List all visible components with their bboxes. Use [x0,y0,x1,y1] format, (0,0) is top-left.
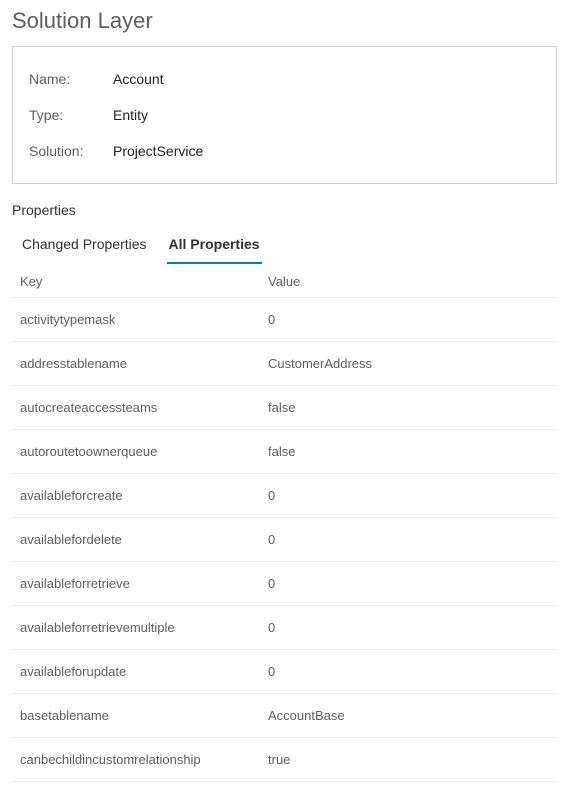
property-key: availableforretrieve [20,576,268,591]
summary-row-type: Type: Entity [29,97,540,133]
table-row[interactable]: availableforretrieve0 [12,561,557,605]
property-value: CustomerAddress [268,356,549,371]
properties-table-header: Key Value [12,272,557,297]
table-row[interactable]: basetablenameAccountBase [12,693,557,737]
summary-value-name: Account [113,71,164,87]
table-row[interactable]: availableforcreate0 [12,473,557,517]
property-key: availablefordelete [20,532,268,547]
properties-table-body: activitytypemask0addresstablenameCustome… [12,297,557,782]
summary-row-solution: Solution: ProjectService [29,133,540,169]
property-key: addresstablename [20,356,268,371]
summary-panel: Name: Account Type: Entity Solution: Pro… [12,46,557,184]
property-value: 0 [268,620,549,635]
properties-tabs: Changed Properties All Properties [12,228,557,264]
property-value: 0 [268,312,549,327]
summary-value-solution: ProjectService [113,143,203,159]
table-row[interactable]: activitytypemask0 [12,297,557,341]
table-row[interactable]: availableforretrievemultiple0 [12,605,557,649]
summary-label-type: Type: [29,107,113,123]
column-header-key[interactable]: Key [20,274,268,289]
property-value: true [268,752,549,767]
summary-label-solution: Solution: [29,143,113,159]
table-row[interactable]: availablefordelete0 [12,517,557,561]
summary-value-type: Entity [113,107,148,123]
tab-all-properties[interactable]: All Properties [167,228,262,264]
table-row[interactable]: canbechildincustomrelationshiptrue [12,737,557,782]
table-row[interactable]: availableforupdate0 [12,649,557,693]
property-key: availableforretrievemultiple [20,620,268,635]
property-key: availableforupdate [20,664,268,679]
property-key: activitytypemask [20,312,268,327]
properties-section-header: Properties [12,202,557,218]
property-value: false [268,400,549,415]
tab-changed-properties[interactable]: Changed Properties [20,228,149,264]
property-value: 0 [268,576,549,591]
property-value: 0 [268,664,549,679]
property-key: autocreateaccessteams [20,400,268,415]
property-value: 0 [268,532,549,547]
property-value: 0 [268,488,549,503]
property-key: basetablename [20,708,268,723]
property-key: canbechildincustomrelationship [20,752,268,767]
summary-label-name: Name: [29,71,113,87]
property-value: AccountBase [268,708,549,723]
property-key: autoroutetoownerqueue [20,444,268,459]
column-header-value[interactable]: Value [268,274,549,289]
summary-row-name: Name: Account [29,61,540,97]
page-title: Solution Layer [12,8,557,34]
table-row[interactable]: addresstablenameCustomerAddress [12,341,557,385]
property-value: false [268,444,549,459]
table-row[interactable]: autocreateaccessteamsfalse [12,385,557,429]
property-key: availableforcreate [20,488,268,503]
table-row[interactable]: autoroutetoownerqueuefalse [12,429,557,473]
